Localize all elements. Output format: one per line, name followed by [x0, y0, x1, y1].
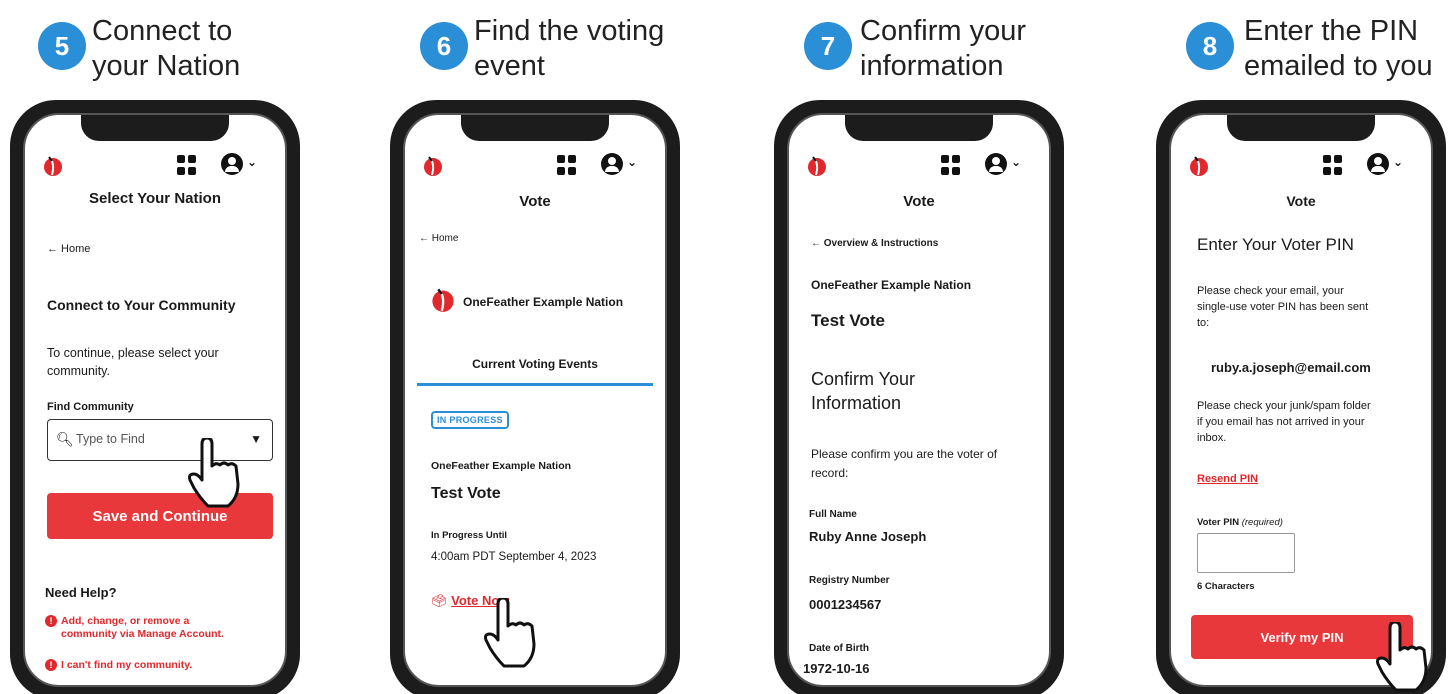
status-badge: IN PROGRESS — [431, 411, 509, 429]
apps-grid-icon[interactable] — [1323, 155, 1343, 175]
pointing-hand-icon — [484, 598, 536, 668]
onefeather-logo-icon — [432, 288, 454, 312]
step-title-line2: information — [860, 50, 1004, 82]
step-title: Connect to your Nation — [92, 14, 240, 84]
section-divider — [417, 383, 653, 386]
nation-name: OneFeather Example Nation — [463, 295, 624, 309]
pin-hint: 6 Characters — [1197, 581, 1255, 592]
user-account-icon[interactable] — [601, 153, 623, 175]
instructions-text: Please check your email, your single-use… — [1197, 285, 1369, 329]
back-home-link[interactable]: ← Home — [419, 233, 458, 244]
phone-screen: ⌄ Vote Enter Your Voter PIN Please check… — [1169, 113, 1433, 687]
section-title: Current Voting Events — [472, 357, 598, 371]
event-title: Test Vote — [811, 311, 885, 330]
event-nation: OneFeather Example Nation — [431, 460, 572, 472]
step-title-line1: Connect to — [92, 15, 233, 47]
apps-grid-icon[interactable] — [557, 155, 577, 175]
step-title-line2: your Nation — [92, 50, 241, 82]
phone-screen: ⌄ Select Your Nation ← Home Connect to Y… — [23, 113, 287, 687]
step-title: Enter the PIN emailed to you — [1244, 14, 1433, 84]
pointing-hand-icon — [1376, 622, 1428, 692]
user-account-icon[interactable] — [1367, 153, 1389, 175]
cant-find-community-link[interactable]: ! I can't find my community. — [45, 659, 192, 671]
onefeather-logo-icon[interactable] — [1189, 155, 1209, 177]
user-account-icon[interactable] — [221, 153, 243, 175]
registry-number-label: Registry Number — [809, 575, 890, 586]
onefeather-logo-icon[interactable] — [43, 155, 63, 177]
instructions-text: To continue, please select your communit… — [47, 346, 219, 378]
step-title-line1: Enter the PIN — [1244, 15, 1419, 47]
apps-grid-icon[interactable] — [941, 155, 961, 175]
full-name-label: Full Name — [809, 509, 857, 520]
phone-frame: ⌄ Vote Enter Your Voter PIN Please check… — [1156, 100, 1446, 694]
step-title-line1: Confirm your — [860, 15, 1026, 47]
confirm-heading: Confirm Your Information — [811, 369, 916, 413]
spam-instructions: Please check your junk/spam folder if yo… — [1197, 400, 1371, 444]
pin-heading: Enter Your Voter PIN — [1197, 235, 1354, 254]
section-heading: Connect to Your Community — [47, 297, 236, 313]
phone-notch — [81, 115, 229, 141]
find-community-placeholder: Type to Find — [76, 432, 145, 446]
phone-frame: ⌄ Select Your Nation ← Home Connect to Y… — [10, 100, 300, 694]
app-topbar: ⌄ — [789, 149, 1049, 181]
registry-number-value: 0001234567 — [809, 597, 882, 612]
phone-screen: ⌄ Vote ← Overview & Instructions OneFeat… — [787, 113, 1051, 687]
back-home-link[interactable]: ← Home — [47, 243, 90, 255]
step-number-badge: 7 — [804, 22, 852, 70]
pointing-hand-icon — [188, 438, 240, 508]
error-icon: ! — [45, 659, 57, 671]
chevron-down-icon[interactable]: ⌄ — [1011, 155, 1021, 169]
app-topbar: ⌄ — [25, 149, 285, 181]
phone-notch — [461, 115, 609, 141]
step-number-badge: 5 — [38, 22, 86, 70]
chevron-down-icon[interactable]: ⌄ — [1393, 155, 1403, 169]
onefeather-logo-icon[interactable] — [807, 155, 827, 177]
email-address: ruby.a.joseph@email.com — [1211, 360, 1371, 375]
step-title-line2: emailed to you — [1244, 50, 1433, 82]
phone-notch — [1227, 115, 1375, 141]
chevron-down-icon[interactable]: ⌄ — [247, 155, 257, 169]
instructions-text: Please confirm you are the voter of reco… — [811, 447, 998, 480]
app-topbar: ⌄ — [405, 149, 665, 181]
step-title: Find the voting event — [474, 14, 664, 84]
full-name-value: Ruby Anne Joseph — [809, 529, 927, 544]
page-title: Vote — [1286, 193, 1316, 209]
dob-label: Date of Birth — [809, 643, 869, 654]
manage-account-help-link[interactable]: ! Add, change, or remove a community via M… — [45, 615, 224, 641]
phone-notch — [845, 115, 993, 141]
pin-label: Voter PIN (required) — [1197, 517, 1283, 528]
page-title: Vote — [519, 193, 551, 210]
voter-pin-input[interactable] — [1197, 533, 1295, 573]
event-title: Test Vote — [431, 485, 501, 502]
step-number-badge: 8 — [1186, 22, 1234, 70]
onefeather-logo-icon[interactable] — [423, 155, 443, 177]
chevron-down-icon[interactable]: ⌄ — [627, 155, 637, 169]
user-account-icon[interactable] — [985, 153, 1007, 175]
page-title: Vote — [903, 193, 935, 210]
step-title-line2: event — [474, 50, 545, 82]
phone-frame: ⌄ Vote ← Overview & Instructions OneFeat… — [774, 100, 1064, 694]
search-icon: 🔍︎ — [56, 431, 74, 447]
error-icon: ! — [45, 615, 57, 627]
step-title: Confirm your information — [860, 14, 1026, 84]
ballot-box-icon: 🗳︎ — [431, 593, 448, 608]
field-label: Find Community — [47, 401, 134, 413]
app-topbar: ⌄ — [1171, 149, 1431, 181]
dropdown-arrow-icon: ▼ — [250, 432, 262, 446]
page-title: Select Your Nation — [89, 190, 221, 207]
step-title-line1: Find the voting — [474, 15, 665, 47]
apps-grid-icon[interactable] — [177, 155, 197, 175]
progress-date: 4:00am PDT September 4, 2023 — [431, 551, 597, 563]
progress-label: In Progress Until — [431, 530, 508, 541]
back-overview-link[interactable]: ← Overview & Instructions — [811, 238, 938, 249]
help-heading: Need Help? — [45, 585, 117, 600]
resend-pin-link[interactable]: Resend PIN — [1197, 473, 1258, 485]
dob-value: 1972-10-16 — [803, 661, 870, 676]
nation-name: OneFeather Example Nation — [811, 278, 972, 292]
step-number-badge: 6 — [420, 22, 468, 70]
